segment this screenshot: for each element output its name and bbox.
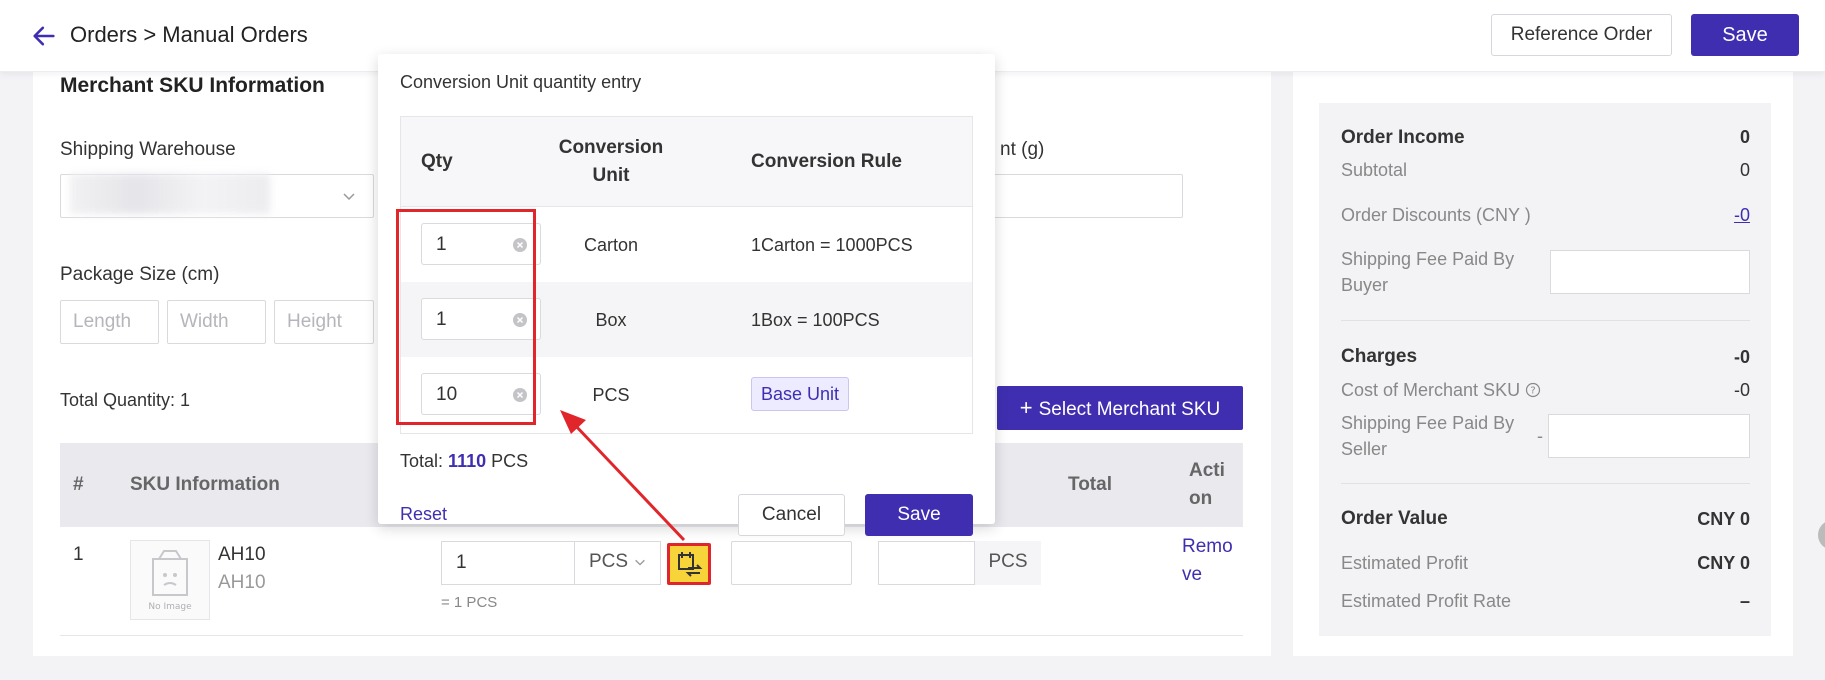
subtotal-label: Subtotal — [1341, 160, 1408, 180]
height-placeholder: Height — [287, 311, 342, 332]
save-button[interactable]: Save — [1691, 14, 1799, 56]
popup-save-button[interactable]: Save — [865, 494, 973, 536]
reset-link[interactable]: Reset — [400, 504, 447, 525]
weight-label: nt (g) — [1000, 139, 1045, 160]
cost-merchant-sku-text: Cost of Merchant SKU — [1341, 380, 1521, 400]
pcs-unit: PCS — [592, 385, 630, 405]
summary-divider — [1341, 483, 1750, 484]
no-image-icon: No Image — [148, 550, 192, 612]
package-size-label: Package Size (cm) — [60, 264, 220, 285]
weight-input[interactable] — [990, 174, 1183, 218]
cancel-button[interactable]: Cancel — [738, 494, 845, 536]
col-action-line1: Acti — [1189, 460, 1225, 481]
shipping-fee-buyer-label-line1: Shipping Fee Paid By — [1341, 249, 1515, 269]
conversion-table-header: Qty Conversion Unit Conversion Rule — [401, 117, 972, 207]
box-rule: 1Box = 100PCS — [751, 310, 880, 330]
conversion-unit-popup: Conversion Unit quantity entry Qty Conve… — [378, 54, 995, 536]
estimated-profit-label: Estimated Profit — [1341, 553, 1469, 573]
pcs-suffix: PCS — [974, 541, 1041, 585]
subtotal-value: 0 — [1739, 160, 1750, 180]
height-input[interactable]: Height — [274, 300, 374, 344]
col-conversion-unit-line1: Conversion — [558, 137, 664, 158]
order-discounts-label: Order Discounts (CNY ) — [1341, 205, 1531, 225]
length-placeholder: Length — [73, 311, 132, 332]
order-discounts-link[interactable]: -0 — [1650, 205, 1750, 226]
chevron-down-icon — [343, 193, 355, 201]
popup-total: Total: 1110 PCS — [400, 451, 528, 472]
cost-merchant-sku-value: -0 — [1733, 380, 1750, 400]
qty-highlight-box — [396, 209, 536, 425]
charges-value: -0 — [1733, 347, 1750, 367]
conversion-unit-button[interactable] — [667, 543, 711, 585]
order-value-value: CNY 0 — [1697, 509, 1750, 529]
shipping-fee-buyer-label-line2: Buyer — [1341, 275, 1389, 295]
scroll-handle[interactable] — [1818, 520, 1825, 550]
chevron-down-icon — [635, 559, 646, 566]
shipping-fee-seller-input[interactable] — [1548, 414, 1750, 458]
summary-divider — [1341, 320, 1750, 321]
remove-link-line1[interactable]: Remo — [1182, 536, 1233, 558]
box-unit: Box — [595, 310, 627, 330]
estimated-profit-value: CNY 0 — [1697, 553, 1750, 573]
cost-merchant-sku-label: Cost of Merchant SKU ? — [1341, 377, 1541, 403]
popup-total-value: 1110 — [448, 451, 487, 471]
width-placeholder: Width — [180, 311, 229, 332]
order-income-label: Order Income — [1341, 127, 1465, 148]
length-input[interactable]: Length — [60, 300, 159, 344]
select-merchant-sku-button[interactable]: + Select Merchant SKU — [997, 386, 1243, 430]
shipping-fee-seller-dash: - — [1537, 426, 1543, 446]
svg-text:?: ? — [1530, 386, 1535, 397]
shipping-fee-seller-label-line1: Shipping Fee Paid By — [1341, 413, 1515, 433]
sku-thumbnail: No Image — [130, 540, 210, 620]
charges-label: Charges — [1341, 346, 1418, 367]
price-input[interactable] — [731, 541, 852, 585]
help-icon[interactable]: ? — [1525, 382, 1541, 398]
select-sku-label: Select Merchant SKU — [1038, 399, 1221, 420]
quantity-conversion-note: = 1 PCS — [441, 594, 498, 611]
col-qty: Qty — [421, 151, 453, 172]
remove-link-line2[interactable]: ve — [1182, 564, 1202, 586]
section-title: Merchant SKU Information — [60, 74, 325, 97]
order-income-value: 0 — [1739, 127, 1750, 147]
order-value-label: Order Value — [1341, 508, 1448, 529]
col-conversion-unit-line2: Unit — [592, 165, 630, 186]
width-input[interactable]: Width — [167, 300, 266, 344]
row-divider — [60, 635, 1243, 636]
total-quantity: Total Quantity: 1 — [60, 390, 191, 410]
estimated-profit-rate-label: Estimated Profit Rate — [1341, 591, 1512, 611]
sku-name: AH10 — [218, 544, 266, 565]
col-sku-information: SKU Information — [130, 474, 280, 495]
shipping-fee-seller-label-line2: Seller — [1341, 439, 1388, 459]
popup-total-unit: PCS — [491, 451, 529, 471]
row-index: 1 — [73, 544, 84, 565]
plus-icon: + — [1019, 395, 1033, 420]
popup-total-prefix: Total: — [400, 451, 444, 471]
quantity-value: 1 — [456, 552, 467, 573]
shipping-warehouse-label: Shipping Warehouse — [60, 139, 236, 160]
breadcrumb: Orders > Manual Orders — [70, 22, 308, 47]
shipping-fee-buyer-input[interactable] — [1550, 250, 1750, 294]
conversion-icon — [678, 552, 703, 577]
quantity-divider — [574, 541, 575, 585]
no-image-text: No Image — [148, 602, 192, 612]
sku-code: AH10 — [218, 572, 266, 593]
base-unit-badge: Base Unit — [751, 377, 850, 411]
popup-title: Conversion Unit quantity entry — [400, 72, 642, 92]
carton-rule: 1Carton = 1000PCS — [751, 235, 913, 255]
col-conversion-rule: Conversion Rule — [751, 151, 902, 172]
warehouse-value-blurred — [70, 174, 270, 214]
unit-select[interactable]: PCS — [589, 551, 647, 573]
reference-order-button[interactable]: Reference Order — [1491, 14, 1672, 56]
unit-select-value: PCS — [589, 551, 629, 572]
col-total: Total — [1068, 474, 1112, 495]
col-action-line2: on — [1189, 488, 1213, 509]
carton-unit: Carton — [583, 235, 639, 255]
back-arrow-icon[interactable] — [30, 22, 58, 50]
estimated-profit-rate-value: – — [1739, 591, 1750, 611]
col-index: # — [73, 474, 84, 495]
